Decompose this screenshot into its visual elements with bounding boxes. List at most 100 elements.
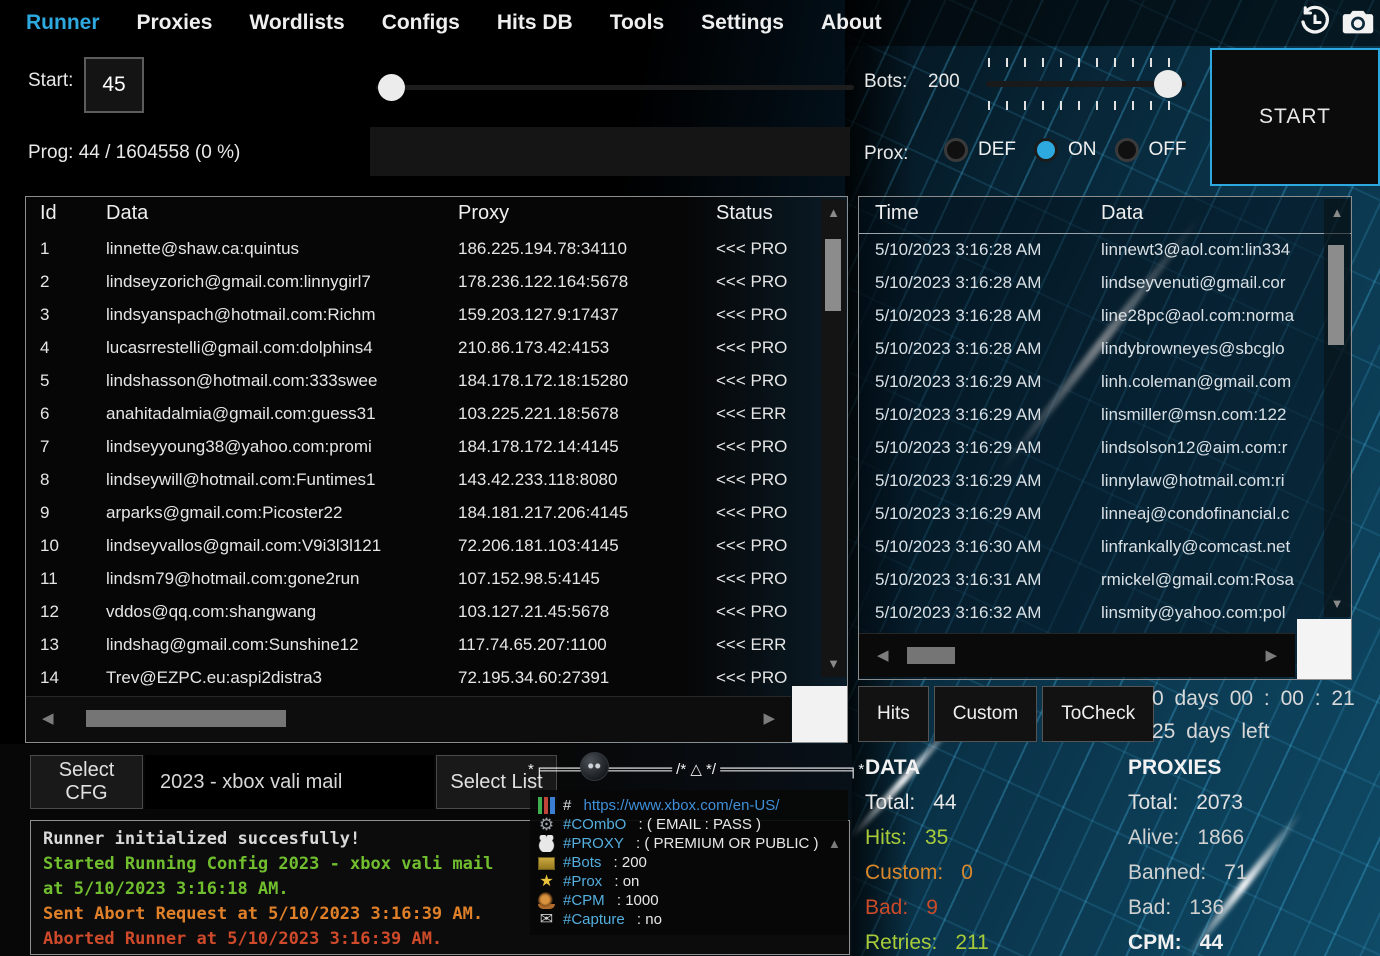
- start-input[interactable]: [84, 57, 144, 113]
- table-row[interactable]: 13 lindshag@gmail.com:Sunshine12 117.74.…: [26, 629, 821, 662]
- popup-line: #Bots : 200: [538, 853, 840, 872]
- start-slider-handle[interactable]: [378, 74, 405, 101]
- table-row[interactable]: 2 lindseyzorich@gmail.com:linnygirl7 178…: [26, 266, 821, 299]
- vertical-scrollbar[interactable]: ▲ ▼: [821, 199, 846, 677]
- scrollbar-thumb[interactable]: [86, 710, 286, 727]
- stat-label: CPM:: [1128, 931, 1182, 956]
- select-cfg-button[interactable]: Select CFG: [30, 755, 143, 809]
- stat-value: 44: [1200, 931, 1223, 956]
- table-row[interactable]: 5/10/2023 3:16:30 AM linfrankally@comcas…: [859, 531, 1324, 564]
- table-row[interactable]: 11 lindsm79@hotmail.com:gone2run 107.152…: [26, 563, 821, 596]
- proxy-mode-radio[interactable]: [1115, 138, 1139, 162]
- progress-bar: [370, 127, 850, 176]
- stat-row: Total: 2073: [1128, 791, 1378, 826]
- menu-item[interactable]: Settings: [701, 11, 784, 35]
- stat-label: Bad:: [865, 896, 908, 931]
- scroll-left-icon[interactable]: ◀: [42, 709, 54, 727]
- table-row[interactable]: 6 anahitadalmia@gmail.com:guess31 103.22…: [26, 398, 821, 431]
- horizontal-scrollbar[interactable]: ◀ ▶: [26, 696, 791, 742]
- table-row[interactable]: 12 vddos@qq.com:shangwang 103.127.21.45:…: [26, 596, 821, 629]
- menu-item[interactable]: Configs: [382, 11, 460, 35]
- scroll-right-icon[interactable]: ▶: [1265, 646, 1277, 664]
- history-icon[interactable]: [1297, 3, 1333, 41]
- table-row[interactable]: 5/10/2023 3:16:28 AM lindseyvenuti@gmail…: [859, 267, 1324, 300]
- hits-tab[interactable]: ToCheck: [1042, 686, 1154, 742]
- config-info-popup: *╒════════════ /* △ */ ════════════╕* # …: [528, 760, 860, 935]
- cell-proxy: 184.178.172.18:15280: [458, 371, 708, 391]
- vertical-scrollbar[interactable]: ▲ ▼: [1324, 199, 1350, 617]
- table-row[interactable]: 7 lindseyyoung38@yahoo.com:promi 184.178…: [26, 431, 821, 464]
- table-row[interactable]: 5/10/2023 3:16:28 AM linnewt3@aol.com:li…: [859, 234, 1324, 267]
- popup-value: : on: [610, 873, 639, 890]
- horizontal-scrollbar[interactable]: ◀ ▶: [859, 633, 1295, 677]
- config-name-box[interactable]: 2023 - xbox vali mail: [145, 755, 434, 809]
- camera-icon[interactable]: [1338, 3, 1378, 41]
- prox-label: Prox:: [864, 143, 908, 165]
- column-header-status[interactable]: Status: [716, 202, 808, 225]
- cell-id: 11: [40, 569, 96, 589]
- hits-tab[interactable]: Hits: [858, 686, 929, 742]
- scrollbar-thumb[interactable]: [1328, 245, 1344, 345]
- slider-ticks: [988, 101, 1184, 110]
- cell-id: 5: [40, 371, 96, 391]
- bomb-icon: [580, 752, 609, 781]
- scroll-up-icon[interactable]: ▲: [1324, 205, 1350, 220]
- scroll-right-icon[interactable]: ▶: [763, 709, 775, 727]
- scroll-down-icon[interactable]: ▼: [821, 656, 846, 671]
- menu-item[interactable]: Hits DB: [497, 11, 573, 35]
- table-row[interactable]: 5/10/2023 3:16:28 AM lindybrowneyes@sbcg…: [859, 333, 1324, 366]
- progress-label: Prog: 44 / 1604558 (0 %): [28, 142, 240, 164]
- start-button[interactable]: START: [1210, 48, 1380, 186]
- column-header-data[interactable]: Data: [106, 202, 446, 225]
- menu-item[interactable]: Runner: [26, 11, 100, 35]
- table-row[interactable]: 5/10/2023 3:16:29 AM linh.coleman@gmail.…: [859, 366, 1324, 399]
- table-row[interactable]: 5/10/2023 3:16:29 AM linnylaw@hotmail.co…: [859, 465, 1324, 498]
- table-row[interactable]: 8 lindseywill@hotmail.com:Funtimes1 143.…: [26, 464, 821, 497]
- column-header-id[interactable]: Id: [40, 202, 96, 225]
- stat-label: Total:: [1128, 791, 1178, 826]
- scroll-up-icon[interactable]: ▲: [821, 205, 846, 220]
- scroll-left-icon[interactable]: ◀: [877, 646, 889, 664]
- cell-data: linneaj@condofinancial.c: [1101, 504, 1324, 524]
- menu-item[interactable]: About: [821, 11, 882, 35]
- table-row[interactable]: 10 lindseyvallos@gmail.com:V9i3l3l121 72…: [26, 530, 821, 563]
- table-row[interactable]: 5/10/2023 3:16:28 AM line28pc@aol.com:no…: [859, 300, 1324, 333]
- popup-value: : 200: [609, 854, 647, 871]
- cell-id: 3: [40, 305, 96, 325]
- start-slider[interactable]: [376, 72, 854, 102]
- proxy-mode-radio[interactable]: [944, 138, 968, 162]
- popup-decorative-header: *╒════════════ /* △ */ ════════════╕*: [528, 760, 860, 778]
- stat-value: 1866: [1197, 826, 1244, 861]
- popup-line-icon: [538, 797, 555, 814]
- bots-table-header[interactable]: Id Data Proxy Status: [26, 197, 847, 233]
- table-row[interactable]: 4 lucasrrestelli@gmail.com:dolphins4 210…: [26, 332, 821, 365]
- table-row[interactable]: 5/10/2023 3:16:32 AM linsmity@yahoo.com:…: [859, 597, 1324, 630]
- column-header-proxy[interactable]: Proxy: [458, 202, 708, 225]
- table-row[interactable]: 5/10/2023 3:16:31 AM rmickel@gmail.com:R…: [859, 564, 1324, 597]
- scrollbar-thumb[interactable]: [825, 239, 841, 311]
- scrollbar-thumb[interactable]: [907, 647, 955, 664]
- table-row[interactable]: 1 linnette@shaw.ca:quintus 186.225.194.7…: [26, 233, 821, 266]
- menu-item[interactable]: Tools: [610, 11, 664, 35]
- cell-time: 5/10/2023 3:16:29 AM: [875, 504, 1095, 524]
- table-row[interactable]: 5/10/2023 3:16:29 AM linsmiller@msn.com:…: [859, 399, 1324, 432]
- proxy-mode-radio[interactable]: [1034, 138, 1058, 162]
- column-header-data[interactable]: Data: [1101, 202, 1331, 225]
- hits-table-header[interactable]: Time Data: [859, 197, 1351, 234]
- column-header-time[interactable]: Time: [875, 202, 1093, 225]
- table-row[interactable]: 14 Trev@EZPC.eu:aspi2distra3 72.195.34.6…: [26, 662, 821, 695]
- scroll-down-icon[interactable]: ▼: [1324, 596, 1350, 611]
- table-row[interactable]: 9 arparks@gmail.com:Picoster22 184.181.2…: [26, 497, 821, 530]
- bots-slider[interactable]: [986, 58, 1186, 110]
- hits-tab[interactable]: Custom: [934, 686, 1037, 742]
- bots-slider-handle[interactable]: [1154, 70, 1182, 98]
- cell-time: 5/10/2023 3:16:29 AM: [875, 405, 1095, 425]
- table-row[interactable]: 5 lindshasson@hotmail.com:333swee 184.17…: [26, 365, 821, 398]
- table-row[interactable]: 3 lindsyanspach@hotmail.com:Richm 159.20…: [26, 299, 821, 332]
- scroll-up-icon[interactable]: ▲: [828, 836, 841, 851]
- menu-item[interactable]: Proxies: [137, 11, 213, 35]
- menu-item[interactable]: Wordlists: [249, 11, 344, 35]
- table-row[interactable]: 5/10/2023 3:16:29 AM lindsolson12@aim.co…: [859, 432, 1324, 465]
- table-row[interactable]: 5/10/2023 3:16:29 AM linneaj@condofinanc…: [859, 498, 1324, 531]
- timer: 0 days 00 : 00 : 21 25 days left: [1152, 682, 1355, 748]
